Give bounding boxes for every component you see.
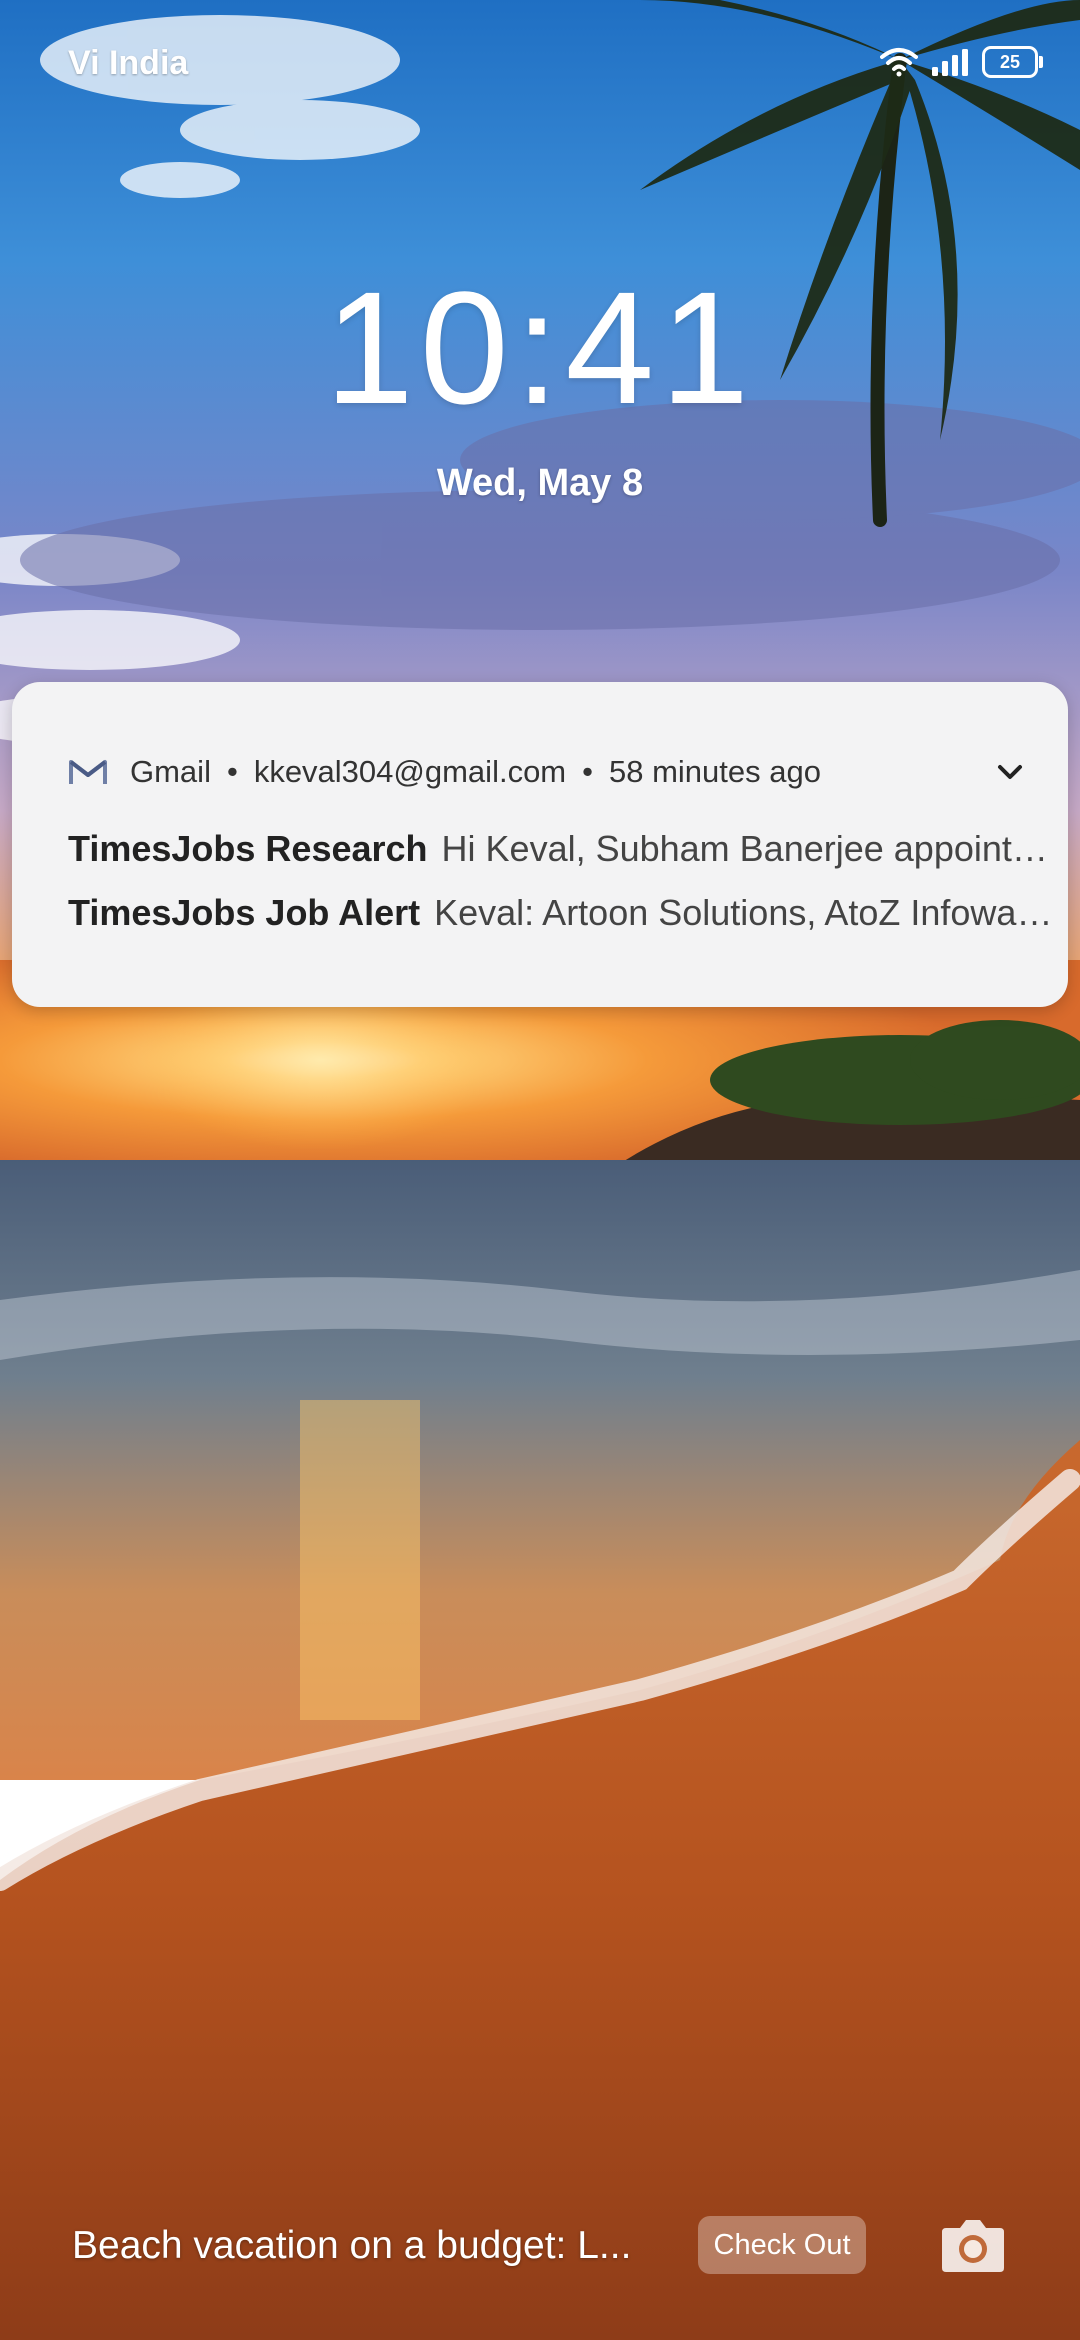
message-preview: Hi Keval, Subham Banerjee appointed as H…: [441, 828, 1056, 869]
status-icons: 25: [880, 46, 1043, 78]
battery-icon: 25: [982, 46, 1043, 78]
lockscreen-clock: 10:41: [324, 258, 756, 437]
camera-icon[interactable]: [938, 2212, 1008, 2278]
message-preview: Keval: Artoon Solutions, AtoZ Infoway an…: [434, 892, 1056, 933]
lockscreen-date: Wed, May 8: [436, 462, 644, 504]
gmail-icon: [69, 760, 107, 784]
chevron-down-icon[interactable]: [996, 760, 1024, 784]
battery-level: 25: [999, 51, 1021, 72]
wallpaper-promo-text[interactable]: Beach vacation on a budget: L...: [72, 2224, 631, 2268]
wifi-icon: [880, 48, 918, 77]
notification-header: Gmail • kkeval304@gmail.com • 58 minutes…: [68, 754, 1028, 790]
notification-time: 58 minutes ago: [609, 754, 821, 789]
gmail-notification-card[interactable]: Gmail • kkeval304@gmail.com • 58 minutes…: [12, 682, 1068, 1007]
message-sender: TimesJobs Job Alert: [68, 892, 421, 933]
check-out-button[interactable]: Check Out: [698, 2216, 866, 2274]
status-bar: Vi India 25: [0, 0, 1080, 130]
notification-message[interactable]: TimesJobs Research Hi Keval, Subham Baner…: [68, 828, 1056, 870]
notification-message[interactable]: TimesJobs Job Alert Keval: Artoon Solutio…: [68, 892, 1056, 934]
notification-app-name: Gmail: [130, 754, 211, 789]
carrier-name: Vi India: [68, 44, 189, 82]
signal-icon: [932, 49, 968, 76]
header-separator: •: [582, 754, 593, 789]
notification-account: kkeval304@gmail.com: [253, 754, 567, 789]
header-separator: •: [226, 754, 238, 789]
message-sender: TimesJobs Research: [68, 828, 428, 869]
